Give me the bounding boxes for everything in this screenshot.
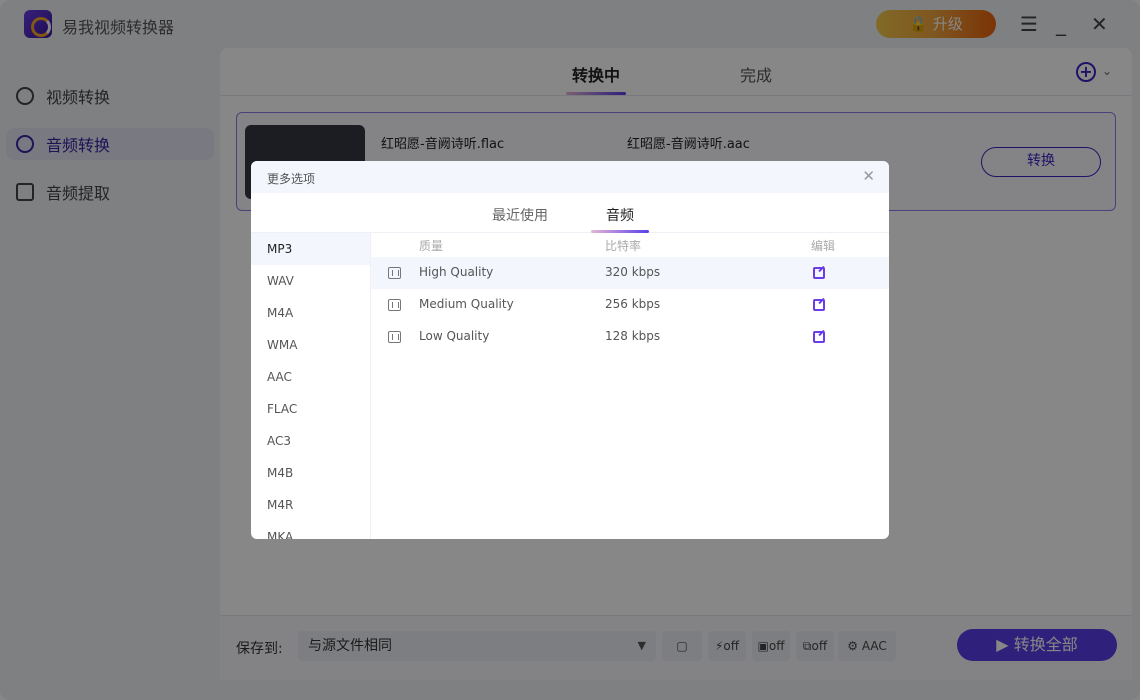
edit-icon[interactable]: [813, 331, 825, 343]
format-item[interactable]: FLAC: [251, 393, 370, 425]
dialog-tabs: 最近使用 音频: [251, 193, 889, 233]
format-item[interactable]: MKA: [251, 521, 370, 539]
table-row[interactable]: High Quality 320 kbps: [371, 257, 889, 289]
quality-name: High Quality: [419, 265, 494, 279]
format-item[interactable]: M4B: [251, 457, 370, 489]
dialog-close-icon[interactable]: ✕: [862, 167, 875, 185]
format-item[interactable]: WMA: [251, 329, 370, 361]
dialog-header: 更多选项 ✕: [251, 161, 889, 193]
bitrate-value: 128 kbps: [605, 329, 661, 343]
table-row[interactable]: Low Quality 128 kbps: [371, 321, 889, 353]
dialog-title: 更多选项: [267, 172, 316, 186]
tab-recent[interactable]: 最近使用: [492, 205, 548, 225]
bitrate-header: 比特率: [605, 239, 642, 253]
bitrate-value: 320 kbps: [605, 265, 661, 279]
audio-wave-icon: [388, 267, 401, 279]
format-item[interactable]: M4R: [251, 489, 370, 521]
format-item[interactable]: M4A: [251, 297, 370, 329]
edit-icon[interactable]: [813, 299, 825, 311]
format-item[interactable]: AC3: [251, 425, 370, 457]
bitrate-value: 256 kbps: [605, 297, 661, 311]
table-row[interactable]: Medium Quality 256 kbps: [371, 289, 889, 321]
format-item[interactable]: AAC: [251, 361, 370, 393]
audio-wave-icon: [388, 299, 401, 311]
tab-audio[interactable]: 音频: [606, 205, 634, 225]
format-list[interactable]: MP3 WAV M4A WMA AAC FLAC AC3 M4B M4R MKA: [251, 233, 371, 539]
format-item[interactable]: MP3: [251, 233, 370, 265]
audio-wave-icon: [388, 331, 401, 343]
quality-table: 质量 比特率 编辑 High Quality 320 kbps Medium Q…: [371, 233, 889, 353]
format-item[interactable]: WAV: [251, 265, 370, 297]
quality-name: Medium Quality: [419, 297, 514, 311]
edit-header: 编辑: [811, 239, 836, 253]
edit-icon[interactable]: [813, 267, 825, 279]
quality-name: Low Quality: [419, 329, 490, 343]
quality-header: 质量: [419, 239, 444, 253]
table-header: 质量 比特率 编辑: [371, 233, 889, 257]
more-options-dialog: 更多选项 ✕ 最近使用 音频 MP3 WAV M4A WMA AAC FLAC …: [251, 161, 889, 539]
